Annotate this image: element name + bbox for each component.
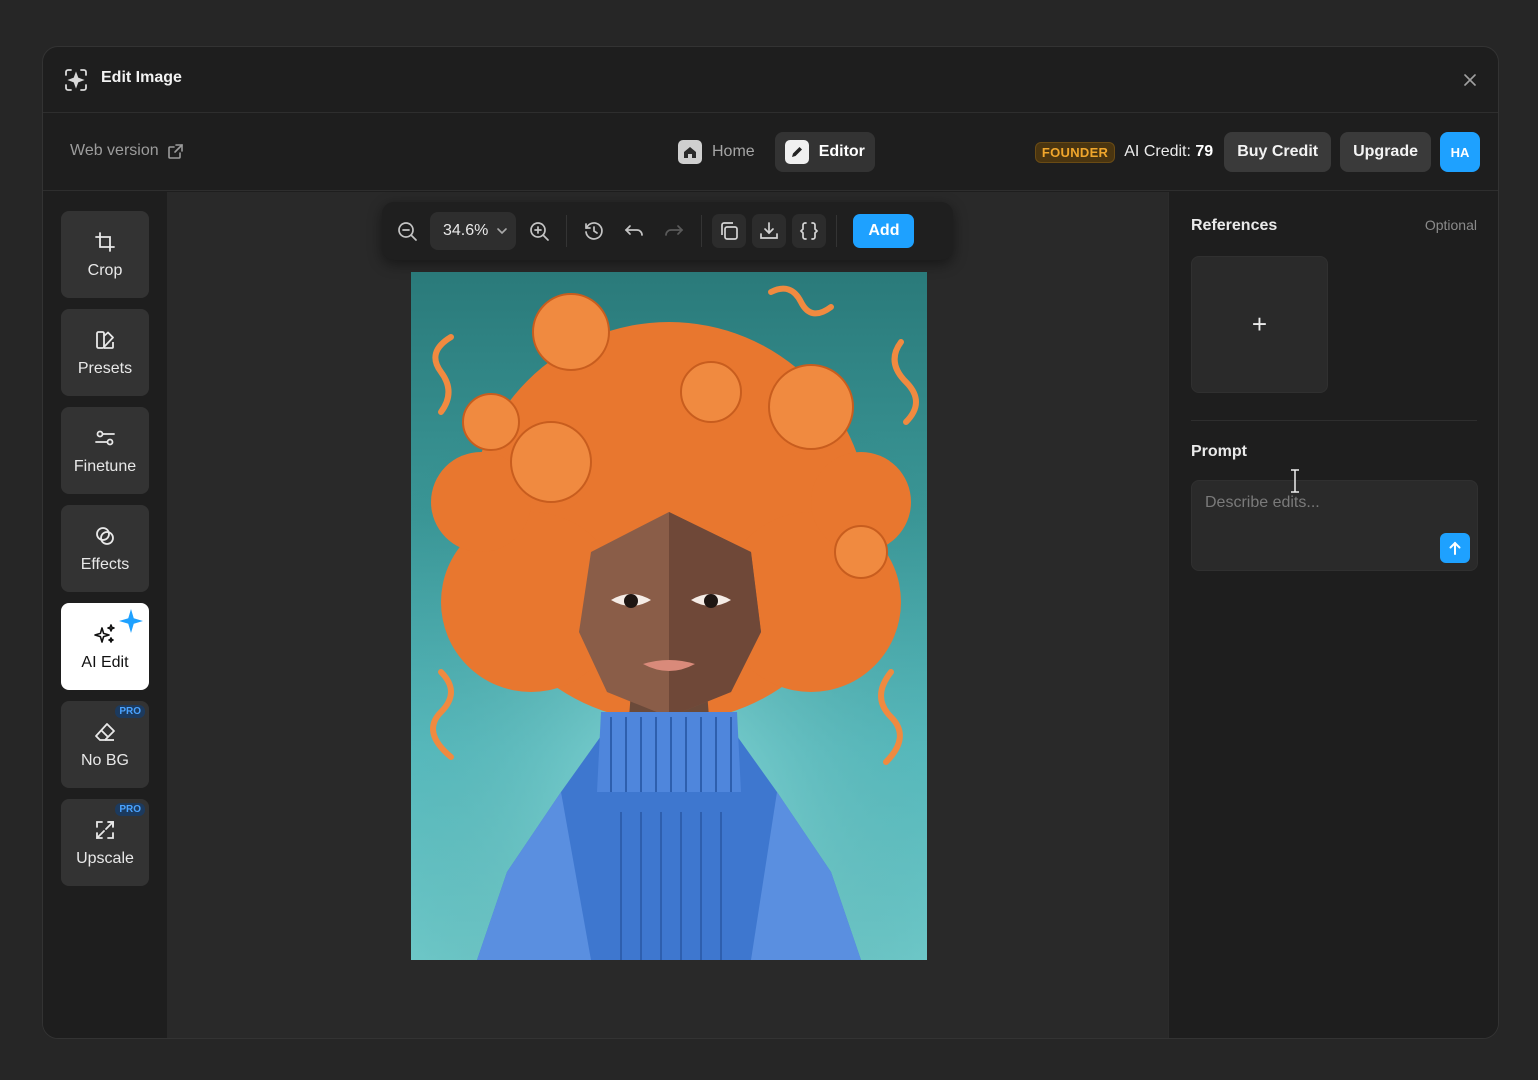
undo-button[interactable] [617, 214, 651, 248]
tool-no-bg-label: No BG [80, 751, 129, 769]
close-icon [1464, 74, 1476, 86]
toolbar-divider [701, 215, 703, 247]
download-button[interactable] [752, 214, 787, 248]
tool-sidebar: Crop Presets Finetune Effects AI Edit PR… [43, 192, 167, 1038]
download-icon [760, 222, 779, 239]
tool-finetune[interactable]: Finetune [61, 407, 149, 494]
home-icon [678, 140, 702, 164]
prompt-title: Prompt [1191, 443, 1247, 460]
buy-credit-button[interactable]: Buy Credit [1224, 132, 1332, 172]
toolbar-divider [836, 215, 838, 247]
prompt-box [1191, 480, 1478, 571]
tool-ai-edit[interactable]: AI Edit [61, 603, 149, 690]
tool-presets-label: Presets [77, 359, 133, 377]
web-version-link[interactable]: Web version [70, 142, 184, 160]
effects-icon [96, 526, 114, 545]
ai-credit-label: AI Credit: [1124, 143, 1191, 160]
edit-image-modal: Edit Image Web version Home Editor FOUND… [42, 46, 1499, 1039]
sliders-icon [95, 430, 115, 445]
code-button[interactable] [792, 214, 827, 248]
user-avatar[interactable]: HA [1440, 132, 1480, 172]
portrait-illustration [411, 272, 927, 960]
title-bar: Edit Image [43, 47, 1498, 113]
history-button[interactable] [577, 214, 611, 248]
edit-icon [784, 140, 809, 164]
pro-badge: PRO [115, 803, 145, 816]
edited-image [411, 272, 927, 960]
sparkles-icon [94, 623, 115, 643]
ai-credit-value: 79 [1195, 143, 1214, 160]
editor-body: Crop Presets Finetune Effects AI Edit PR… [43, 192, 1498, 1038]
canvas-toolbar: 34.6% Add [382, 202, 953, 260]
zoom-out-button[interactable] [390, 214, 424, 248]
nav-editor[interactable]: Editor [774, 132, 875, 172]
zoom-select[interactable]: 34.6% [430, 212, 517, 250]
top-bar: Web version Home Editor FOUNDER AI Credi… [43, 113, 1498, 191]
zoom-in-icon [530, 222, 550, 241]
arrow-up-icon [1449, 541, 1461, 555]
chevron-down-icon [497, 228, 508, 235]
add-button[interactable]: Add [853, 214, 915, 248]
image-canvas: 34.6% Add [167, 192, 1168, 1038]
ai-credit: AI Credit: 79 [1124, 143, 1213, 161]
ai-sparkle-logo-icon [65, 69, 87, 91]
plus-icon: + [1251, 309, 1268, 339]
spark-badge-icon [119, 609, 143, 633]
tool-effects[interactable]: Effects [61, 505, 149, 592]
nav-home[interactable]: Home [668, 132, 765, 172]
account-area: FOUNDER AI Credit: 79 Buy Credit Upgrade… [1034, 132, 1480, 172]
references-title: References [1191, 217, 1278, 234]
tool-crop-label: Crop [87, 261, 123, 279]
eraser-icon [95, 722, 115, 741]
close-button[interactable] [1458, 68, 1482, 92]
web-version-label: Web version [70, 142, 159, 159]
add-reference-button[interactable]: + [1191, 256, 1328, 393]
redo-icon [665, 225, 684, 236]
copy-icon [721, 222, 739, 240]
tool-crop[interactable]: Crop [61, 211, 149, 298]
references-optional: Optional [1424, 217, 1477, 233]
code-braces-icon [800, 222, 819, 240]
send-prompt-button[interactable] [1440, 533, 1470, 563]
tool-effects-label: Effects [80, 555, 130, 573]
tool-ai-edit-label: AI Edit [81, 653, 129, 671]
duplicate-button[interactable] [712, 214, 747, 248]
tool-finetune-label: Finetune [73, 457, 137, 475]
toolbar-divider [566, 215, 568, 247]
panel-divider [1191, 420, 1477, 421]
main-nav: Home Editor [668, 132, 875, 172]
window-title: Edit Image [101, 69, 182, 86]
crop-icon [95, 231, 115, 252]
zoom-in-button[interactable] [522, 214, 556, 248]
zoom-value: 34.6% [443, 222, 489, 239]
external-link-icon [167, 143, 183, 159]
tool-presets[interactable]: Presets [61, 309, 149, 396]
text-cursor-icon [1291, 469, 1299, 493]
founder-badge: FOUNDER [1034, 141, 1116, 163]
ai-edit-panel: References Optional + Prompt [1168, 192, 1498, 1038]
history-icon [585, 222, 604, 240]
tool-no-bg[interactable]: PRO No BG [61, 701, 149, 788]
presets-icon [96, 330, 114, 349]
pro-badge: PRO [115, 705, 145, 718]
nav-home-label: Home [712, 143, 755, 160]
redo-button[interactable] [657, 214, 691, 248]
tool-upscale[interactable]: PRO Upscale [61, 799, 149, 886]
undo-icon [625, 225, 644, 236]
zoom-out-icon [398, 222, 417, 241]
tool-upscale-label: Upscale [76, 849, 134, 867]
nav-editor-label: Editor [818, 143, 865, 160]
upgrade-button[interactable]: Upgrade [1340, 132, 1431, 172]
upscale-icon [96, 820, 114, 839]
prompt-input[interactable] [1205, 491, 1435, 515]
